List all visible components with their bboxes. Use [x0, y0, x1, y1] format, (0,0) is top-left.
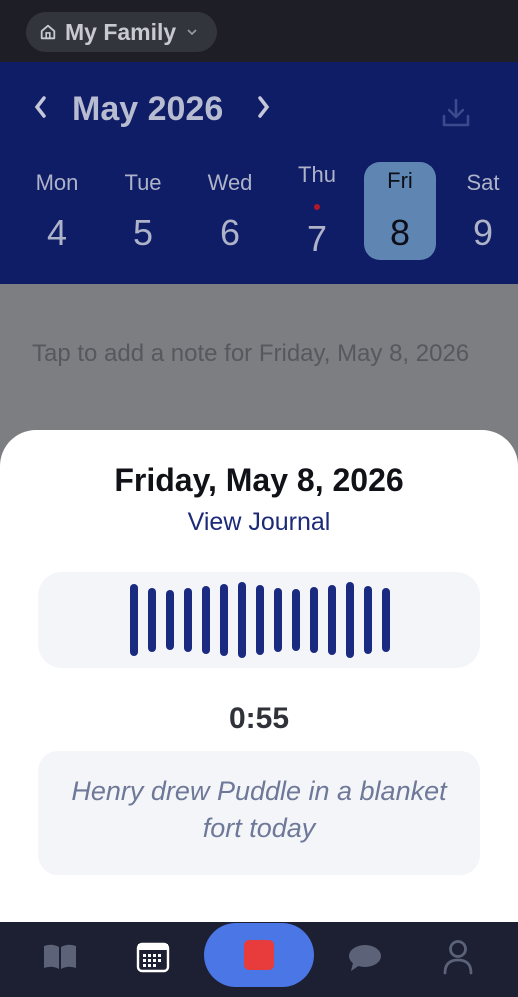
home-icon — [40, 24, 56, 40]
waveform-bar — [382, 588, 390, 652]
chevron-down-icon — [187, 29, 197, 36]
view-journal-link[interactable]: View Journal — [0, 508, 518, 537]
day-sat[interactable]: Sat 9 — [447, 162, 518, 260]
waveform-bar — [184, 588, 192, 652]
day-number: 6 — [219, 212, 241, 253]
waveform-bar — [310, 587, 318, 653]
book-icon[interactable] — [42, 942, 78, 972]
waveform-bar — [130, 584, 138, 656]
waveform-bar — [166, 590, 174, 650]
chevron-left-icon[interactable] — [30, 92, 50, 122]
day-name: Mon — [35, 170, 79, 195]
day-fri-selected[interactable]: Fri 8 — [364, 162, 436, 260]
day-number: 8 — [389, 212, 411, 253]
day-number: 5 — [132, 212, 154, 253]
waveform-bar — [328, 585, 336, 655]
chat-bubble-icon[interactable] — [347, 943, 383, 973]
waveform-bar — [274, 588, 282, 652]
top-bar: My Family — [0, 0, 518, 62]
day-thu[interactable]: Thu 7 — [281, 162, 353, 260]
waveform-bar — [364, 586, 372, 654]
stop-recording-button[interactable] — [204, 923, 314, 987]
calendar-icon[interactable] — [136, 941, 170, 973]
waveform-bar — [256, 585, 264, 655]
day-number: 9 — [472, 212, 494, 253]
day-tue[interactable]: Tue 5 — [107, 162, 179, 260]
day-name: Fri — [387, 168, 413, 193]
recording-timer: 0:55 — [228, 702, 290, 735]
chevron-right-icon[interactable] — [254, 92, 274, 122]
day-name: Thu — [298, 162, 336, 187]
person-icon[interactable] — [442, 939, 474, 975]
waveform-bar — [220, 584, 228, 656]
day-name: Wed — [207, 170, 253, 195]
add-note-prompt[interactable]: Tap to add a note for Friday, May 8, 202… — [32, 328, 482, 380]
stop-icon — [244, 940, 274, 970]
sheet-date-title: Friday, May 8, 2026 — [114, 462, 404, 498]
waveform-bar — [238, 582, 246, 658]
audio-waveform — [130, 582, 390, 658]
day-wed[interactable]: Wed 6 — [194, 162, 266, 260]
entry-dot — [314, 204, 320, 210]
waveform-bar — [148, 588, 156, 652]
month-title: May 2026 — [72, 90, 224, 128]
family-label: My Family — [65, 18, 177, 45]
day-name: Tue — [124, 170, 162, 195]
family-selector[interactable]: My Family — [26, 12, 217, 52]
transcript-text: Henry drew Puddle in a blanket fort toda… — [71, 776, 447, 843]
waveform-bar — [346, 582, 354, 658]
day-number: 4 — [46, 212, 68, 253]
day-number: 7 — [306, 218, 328, 259]
download-icon[interactable] — [440, 96, 472, 130]
waveform-bar — [292, 589, 300, 651]
day-name: Sat — [466, 170, 500, 195]
waveform-bar — [202, 586, 210, 654]
day-mon[interactable]: Mon 4 — [21, 162, 93, 260]
